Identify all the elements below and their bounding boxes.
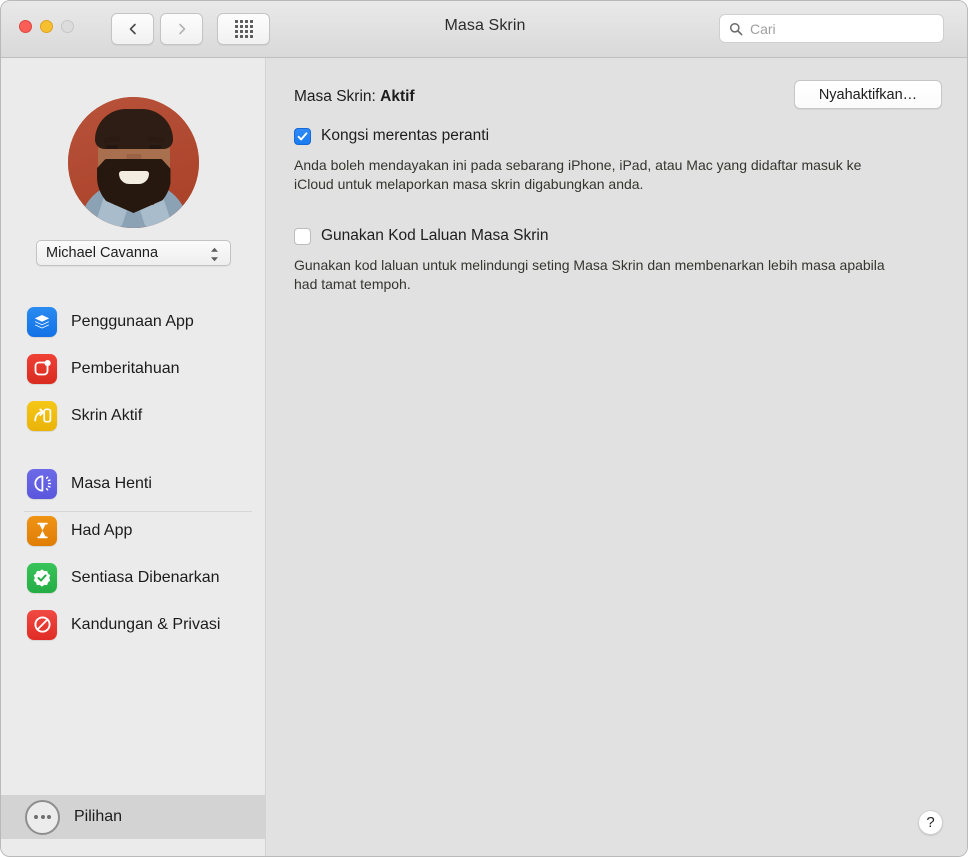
sidebar-item-options[interactable]: Pilihan [1,795,266,839]
sidebar-item-label: Skrin Aktif [71,406,143,424]
sidebar-item-always-allowed[interactable]: Sentiasa Dibenarkan [1,554,266,601]
use-passcode-label: Gunakan Kod Laluan Masa Skrin [321,227,549,244]
downtime-icon [27,468,57,499]
content-privacy-icon [27,609,57,640]
checkmark-icon [297,131,308,140]
sidebar-divider [24,511,252,512]
use-passcode-description: Gunakan kod laluan untuk melindungi seti… [294,257,885,292]
avatar-eye-left [106,145,118,149]
share-across-devices-row[interactable]: Kongsi merentas peranti [294,127,489,145]
share-across-devices-description: Anda boleh mendayakan ini pada sebarang … [294,157,862,192]
sidebar-item-app-limits[interactable]: Had App [1,507,266,554]
notifications-icon [27,353,57,384]
main-content-pane: Masa Skrin: Aktif Nyahaktifkan… Kongsi m… [267,58,967,856]
sidebar: Michael Cavanna Penggunaan App Pemberita… [1,58,266,856]
sidebar-item-label: Pemberitahuan [71,359,180,377]
share-across-devices-label: Kongsi merentas peranti [321,127,490,144]
screen-time-preferences-window: Masa Skrin Michael [0,0,968,857]
sidebar-item-app-usage[interactable]: Penggunaan App [1,298,266,345]
sidebar-item-label: Masa Henti [71,474,152,492]
sidebar-nav-list: Penggunaan App Pemberitahuan Skrin Aktif… [1,298,266,648]
status-value-label: Aktif [380,88,415,105]
share-across-devices-checkbox[interactable] [294,127,311,145]
use-passcode-checkbox[interactable] [294,227,311,245]
app-usage-icon [27,306,57,337]
sidebar-item-label: Penggunaan App [71,312,194,330]
avatar-eye-right [149,145,161,149]
search-input[interactable] [750,20,920,37]
sidebar-item-downtime[interactable]: Masa Henti [1,460,266,507]
sidebar-item-label: Pilihan [74,808,123,825]
user-select-popup[interactable]: Michael Cavanna [36,240,231,266]
always-allowed-icon [27,562,57,593]
help-button[interactable]: ? [918,810,943,835]
sidebar-item-content-privacy[interactable]: Kandungan & Privasi [1,601,266,648]
user-name-label: Michael Cavanna [46,245,159,261]
pickups-icon [27,400,57,431]
status-prefix-label: Masa Skrin: [294,88,381,105]
up-down-chevron-icon [211,247,218,262]
sidebar-item-label: Kandungan & Privasi [71,615,221,633]
sidebar-item-label: Had App [71,521,133,539]
use-passcode-row[interactable]: Gunakan Kod Laluan Masa Skrin [294,227,548,245]
screen-time-status: Masa Skrin: Aktif [294,88,415,106]
app-limits-icon [27,515,57,546]
search-field[interactable] [719,14,944,43]
sidebar-item-notifications[interactable]: Pemberitahuan [1,345,266,392]
avatar-hair [94,109,173,149]
avatar-mouth [118,171,149,184]
sidebar-item-pickups[interactable]: Skrin Aktif [1,392,266,439]
window-toolbar: Masa Skrin [1,1,967,58]
ellipsis-circle-icon [25,799,60,835]
search-icon [729,22,743,35]
sidebar-item-label: Sentiasa Dibenarkan [71,568,220,586]
avatar[interactable] [68,97,199,228]
turn-off-button[interactable]: Nyahaktifkan… [794,80,942,109]
